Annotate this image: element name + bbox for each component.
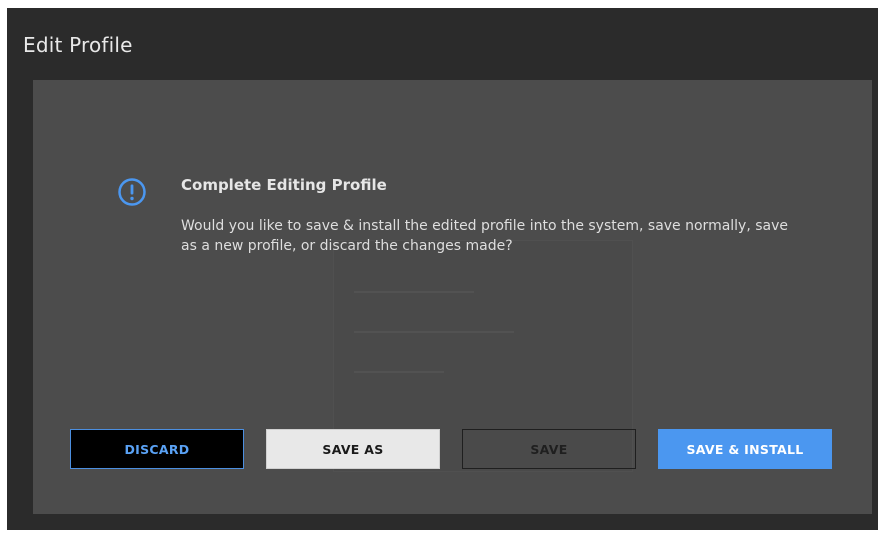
window-title: Edit Profile	[23, 33, 133, 57]
save-as-button[interactable]: SAVE AS	[266, 429, 440, 469]
background-line	[354, 291, 474, 293]
dialog-message: Would you like to save & install the edi…	[181, 218, 789, 254]
complete-editing-dialog: Complete Editing Profile Would you like …	[33, 80, 872, 514]
edit-profile-window: Edit Profile Complete Editing Profile Wo…	[7, 8, 878, 530]
background-line	[354, 371, 444, 373]
dialog-title: Complete Editing Profile	[181, 176, 387, 194]
discard-button[interactable]: DISCARD	[70, 429, 244, 469]
save-button[interactable]: SAVE	[462, 429, 636, 469]
background-line	[354, 331, 514, 333]
save-and-install-button[interactable]: SAVE & INSTALL	[658, 429, 832, 469]
alert-circle-icon	[118, 178, 146, 206]
